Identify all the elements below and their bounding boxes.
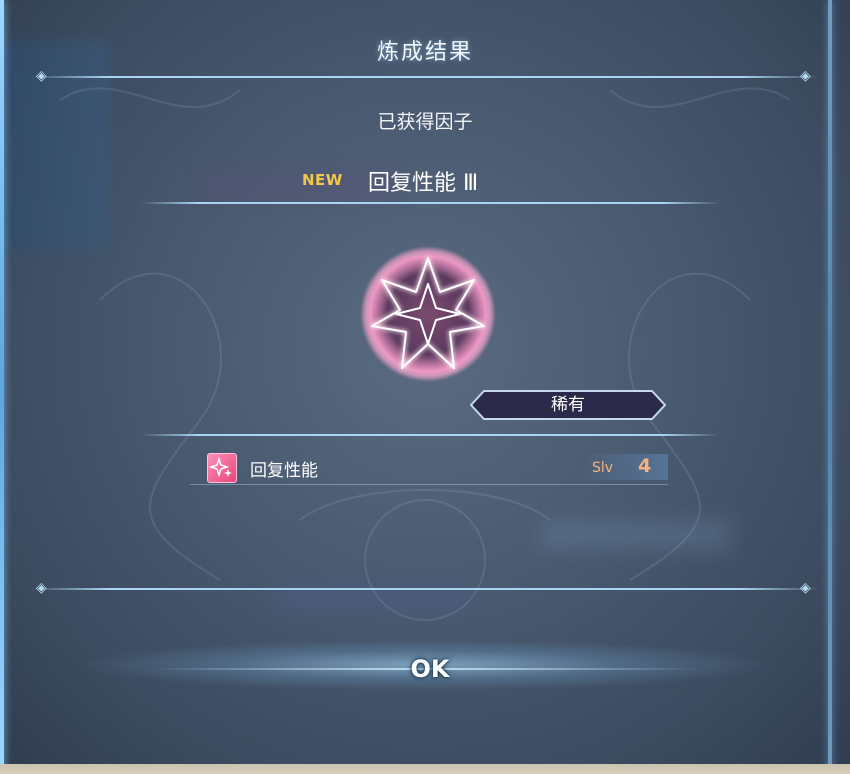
factor-name: 回复性能 Ⅲ [368, 171, 479, 196]
skill-row: 回复性能 Slv 4 [190, 452, 668, 485]
skill-level-label: Slv [592, 460, 614, 476]
rarity-badge: 稀有 [470, 390, 666, 420]
frame-bottom-border [0, 764, 850, 774]
new-badge: NEW [302, 171, 343, 189]
dialog-title: 炼成结果 [376, 40, 473, 65]
rarity-label: 稀有 [551, 395, 585, 415]
title-divider [30, 76, 820, 78]
factor-divider [140, 202, 720, 204]
sparkle-icon [207, 453, 237, 483]
ornament-diamond-icon: ◈ [36, 68, 47, 84]
ok-button[interactable]: OK [375, 650, 485, 688]
ornament-diamond-icon: ◈ [36, 580, 47, 596]
skill-level-value: 4 [638, 455, 652, 477]
pink-star-emblem-icon [360, 246, 496, 382]
ornament-diamond-icon: ◈ [800, 68, 811, 84]
footer-divider [30, 588, 820, 590]
obtained-factor-label: 已获得因子 [377, 111, 473, 133]
ornament-diamond-icon: ◈ [800, 580, 811, 596]
skill-divider [140, 434, 720, 436]
skill-name: 回复性能 [250, 461, 318, 481]
